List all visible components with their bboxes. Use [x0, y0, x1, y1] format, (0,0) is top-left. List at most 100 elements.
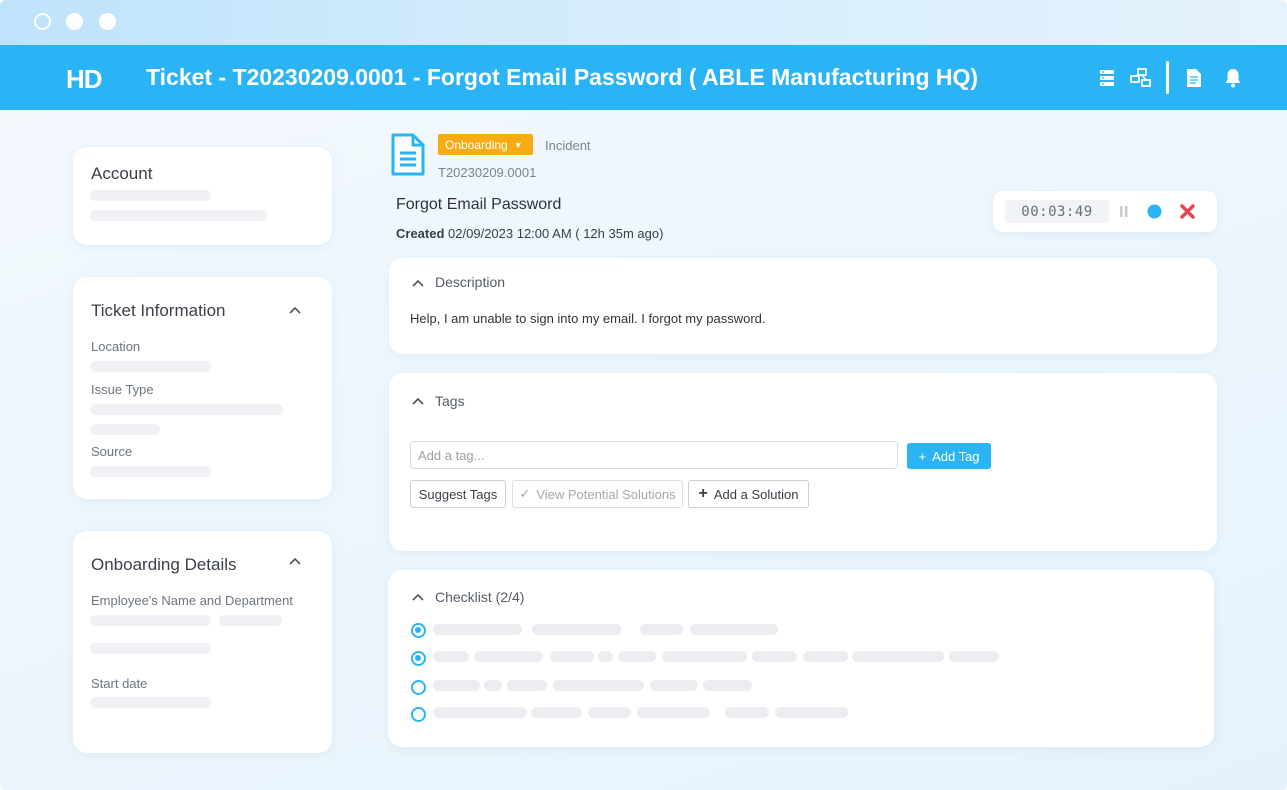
source-value [90, 466, 211, 477]
issue-type-value [90, 424, 160, 435]
checklist-item-text [618, 651, 656, 662]
ticket-document-icon [391, 133, 425, 176]
start-date-value [90, 697, 211, 708]
checklist-item-text [532, 624, 621, 635]
employee-name-value [90, 643, 211, 654]
employee-name-label: Employee's Name and Department [91, 593, 293, 608]
suggest-tags-button[interactable]: Suggest Tags [410, 480, 506, 508]
chevron-up-icon[interactable] [412, 396, 424, 408]
checklist-item-text [690, 624, 778, 635]
checklist-item-text [588, 707, 631, 718]
checklist-item-text [703, 680, 752, 691]
network-icon[interactable] [1130, 67, 1152, 89]
queue-label: Onboarding [445, 137, 508, 152]
created-label: Created [396, 226, 445, 241]
app-logo[interactable]: HD [66, 64, 103, 95]
checklist-item-text [725, 707, 769, 718]
caret-down-icon: ▼ [513, 139, 523, 150]
checklist-item-text [775, 707, 848, 718]
pause-icon[interactable] [1119, 205, 1129, 218]
chevron-up-icon[interactable] [289, 556, 301, 568]
checklist-item-text [433, 624, 522, 635]
view-potential-solutions-button[interactable]: ✓ View Potential Solutions [512, 480, 683, 508]
checklist-item-text [662, 651, 747, 662]
checklist-item-text [433, 707, 527, 718]
checklist-title[interactable]: Checklist (2/4) [435, 589, 524, 605]
checklist-item-text [650, 680, 698, 691]
account-card: Account [73, 147, 332, 245]
ticket-type: Incident [545, 138, 591, 153]
start-date-label: Start date [91, 676, 148, 691]
checklist-item-checkbox[interactable] [411, 623, 426, 638]
document-icon[interactable] [1183, 67, 1205, 89]
created-info: Created 02/09/2023 12:00 AM ( 12h 35m ag… [396, 226, 663, 241]
checklist-item-checkbox[interactable] [411, 707, 426, 722]
check-icon: ✓ [519, 486, 531, 501]
add-tag-label: Add Tag [932, 448, 980, 464]
account-title: Account [91, 164, 153, 183]
account-placeholder [90, 210, 267, 221]
checklist-item-text [484, 680, 502, 691]
checklist-item-checkbox[interactable] [411, 651, 426, 666]
queue-dropdown[interactable]: Onboarding ▼ [438, 134, 533, 155]
description-title[interactable]: Description [435, 274, 505, 290]
description-panel: Description [389, 258, 1217, 354]
plus-icon: + [698, 485, 708, 502]
chevron-up-icon[interactable] [289, 305, 301, 317]
tag-input[interactable] [410, 441, 898, 469]
checklist-item-text [433, 680, 480, 691]
location-label: Location [91, 339, 141, 354]
plus-icon: + [918, 448, 927, 464]
add-solution-label: Add a Solution [713, 486, 799, 502]
tags-title[interactable]: Tags [435, 393, 465, 409]
onboarding-details-card: Onboarding Details Employee's Name and D… [73, 531, 332, 753]
description-text: Help, I am unable to sign into my email.… [410, 311, 766, 326]
timer-widget: 00:03:49 [993, 191, 1217, 232]
checklist-item-text [803, 651, 848, 662]
suggest-tags-label: Suggest Tags [418, 486, 498, 502]
app-window: HD Ticket - T20230209.0001 - Forgot Emai… [0, 0, 1287, 790]
notification-bell-icon[interactable] [1222, 67, 1244, 89]
employee-name-value [90, 615, 211, 626]
checklist-item-text [553, 680, 644, 691]
checklist-item-text [550, 651, 594, 662]
window-minimize-dot[interactable] [66, 13, 83, 30]
ticket-information-card: Ticket Information Location Issue Type S… [73, 277, 332, 499]
checklist-item-text [433, 651, 469, 662]
record-icon[interactable] [1147, 204, 1162, 219]
checklist-item-text [949, 651, 999, 662]
view-solutions-label: View Potential Solutions [536, 486, 676, 502]
window-titlebar [0, 0, 1287, 45]
window-close-dot[interactable] [34, 13, 51, 30]
stop-timer-icon[interactable] [1179, 203, 1196, 220]
checklist-item-text [474, 651, 543, 662]
checklist-item-text [852, 651, 944, 662]
checklist-item-text [598, 651, 613, 662]
employee-name-value [219, 615, 282, 626]
chevron-up-icon[interactable] [412, 592, 424, 604]
checklist-item-checkbox[interactable] [411, 680, 426, 695]
checklist-item-text [507, 680, 547, 691]
created-value: 02/09/2023 12:00 AM ( 12h 35m ago) [448, 226, 664, 241]
app-header: HD Ticket - T20230209.0001 - Forgot Emai… [0, 45, 1287, 110]
chevron-up-icon[interactable] [412, 278, 424, 290]
ticket-subject: Forgot Email Password [396, 196, 562, 213]
issue-type-label: Issue Type [91, 382, 154, 397]
account-placeholder [90, 190, 211, 201]
issue-type-value [90, 404, 283, 415]
checklist-item-text [637, 707, 710, 718]
checklist-item-text [752, 651, 797, 662]
source-label: Source [91, 444, 133, 459]
ticket-number: T20230209.0001 [438, 165, 537, 180]
checklist-item-text [640, 624, 683, 635]
checklist-item-text [531, 707, 582, 718]
add-tag-button[interactable]: + Add Tag [907, 443, 991, 469]
location-value [90, 361, 211, 372]
timer-display: 00:03:49 [1005, 200, 1109, 223]
page-title: Ticket - T20230209.0001 - Forgot Email P… [146, 64, 979, 90]
window-maximize-dot[interactable] [99, 13, 116, 30]
ticket-information-title: Ticket Information [91, 301, 226, 320]
database-icon[interactable] [1096, 67, 1118, 89]
header-divider [1166, 61, 1169, 94]
add-solution-button[interactable]: + Add a Solution [688, 480, 809, 508]
